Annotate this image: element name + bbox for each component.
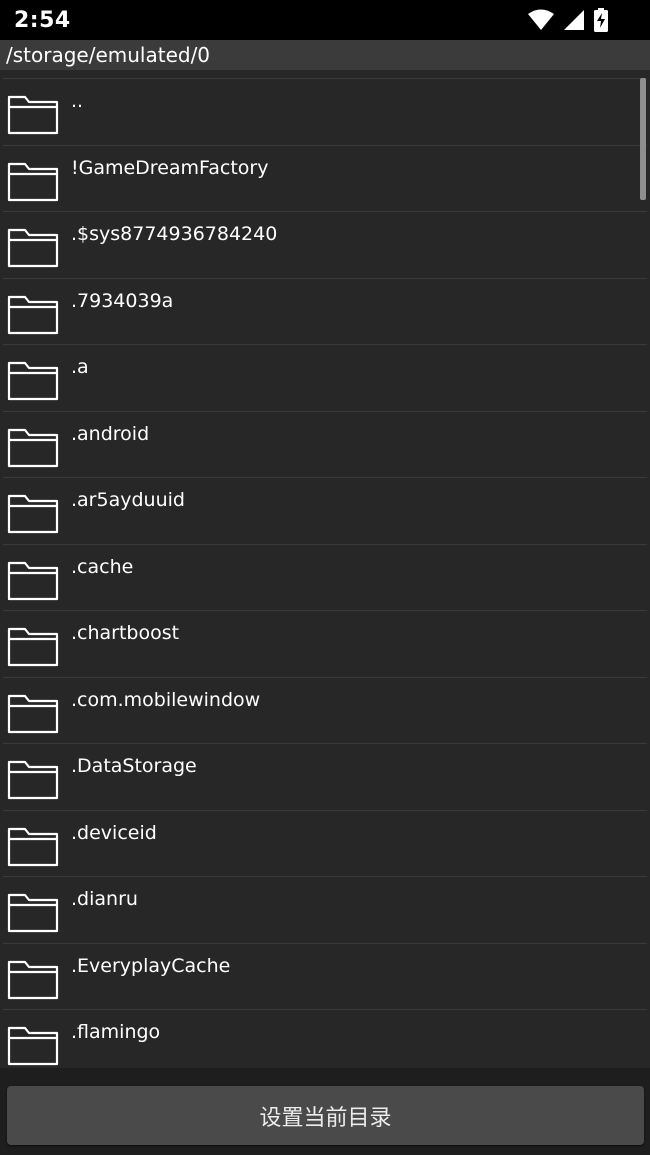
folder-list-item[interactable]: .com.mobilewindow: [3, 676, 647, 744]
wifi-icon: [528, 9, 554, 31]
folder-list-item[interactable]: .$sys8774936784240: [3, 211, 647, 278]
folder-list-item[interactable]: .a: [3, 344, 647, 411]
folder-list-item[interactable]: .flamingo: [3, 1009, 647, 1068]
folder-list-item[interactable]: !GameDreamFactory: [3, 144, 647, 212]
folder-icon: [7, 293, 59, 335]
folder-icon: [7, 93, 59, 135]
status-time: 2:54: [14, 8, 71, 33]
folder-list-item[interactable]: ..: [3, 78, 647, 145]
file-picker-screen: 2:54 /storage/emulated/0 .. !GameDreamFa…: [0, 0, 650, 1155]
folder-name: .chartboost: [71, 622, 180, 644]
folder-list-item[interactable]: .chartboost: [3, 610, 647, 677]
folder-name: .ar5ayduuid: [71, 489, 185, 511]
folder-name: !GameDreamFactory: [71, 156, 269, 179]
folder-name: .cache: [71, 555, 134, 578]
folder-icon: [7, 426, 59, 468]
folder-icon: [7, 559, 59, 601]
folder-icon: [7, 692, 59, 734]
folder-list-item[interactable]: .dianru: [3, 876, 647, 943]
folder-list-item[interactable]: .EveryplayCache: [3, 942, 647, 1010]
folder-icon: [7, 492, 59, 534]
folder-name: .com.mobilewindow: [71, 688, 261, 711]
current-path: /storage/emulated/0: [6, 43, 211, 67]
folder-name: .$sys8774936784240: [71, 223, 278, 245]
folder-name: .EveryplayCache: [71, 954, 231, 977]
folder-list-item[interactable]: .android: [3, 410, 647, 478]
folder-icon: [7, 958, 59, 1000]
file-list[interactable]: .. !GameDreamFactory .$sys8774936784240 …: [0, 70, 650, 1068]
folder-name: .a: [71, 356, 89, 378]
folder-list-item[interactable]: .ar5ayduuid: [3, 477, 647, 544]
folder-name: .android: [71, 422, 150, 445]
set-current-directory-button[interactable]: 设置当前目录: [7, 1086, 644, 1145]
folder-name: .flamingo: [71, 1021, 161, 1043]
bottom-bar: 设置当前目录: [0, 1068, 650, 1155]
folder-icon: [7, 758, 59, 800]
folder-icon: [7, 1024, 59, 1066]
folder-icon: [7, 359, 59, 401]
battery-charging-icon: [594, 8, 608, 32]
folder-list-item[interactable]: .cache: [3, 543, 647, 611]
folder-list-item[interactable]: .DataStorage: [3, 743, 647, 810]
scrollbar[interactable]: [640, 78, 646, 200]
status-icons: [528, 8, 608, 32]
cell-signal-icon: [564, 10, 584, 30]
folder-name: .DataStorage: [71, 755, 197, 777]
folder-name: .7934039a: [71, 289, 174, 312]
folder-list-item[interactable]: .deviceid: [3, 809, 647, 877]
folder-icon: [7, 226, 59, 268]
folder-name: ..: [71, 90, 84, 112]
folder-name: .deviceid: [71, 821, 157, 844]
folder-icon: [7, 160, 59, 202]
file-list-container: .. !GameDreamFactory .$sys8774936784240 …: [3, 78, 647, 1068]
folder-name: .dianru: [71, 888, 138, 910]
folder-icon: [7, 825, 59, 867]
status-bar: 2:54: [0, 0, 650, 40]
path-bar: /storage/emulated/0: [0, 40, 650, 70]
folder-list-item[interactable]: .7934039a: [3, 277, 647, 345]
folder-icon: [7, 891, 59, 933]
folder-icon: [7, 625, 59, 667]
